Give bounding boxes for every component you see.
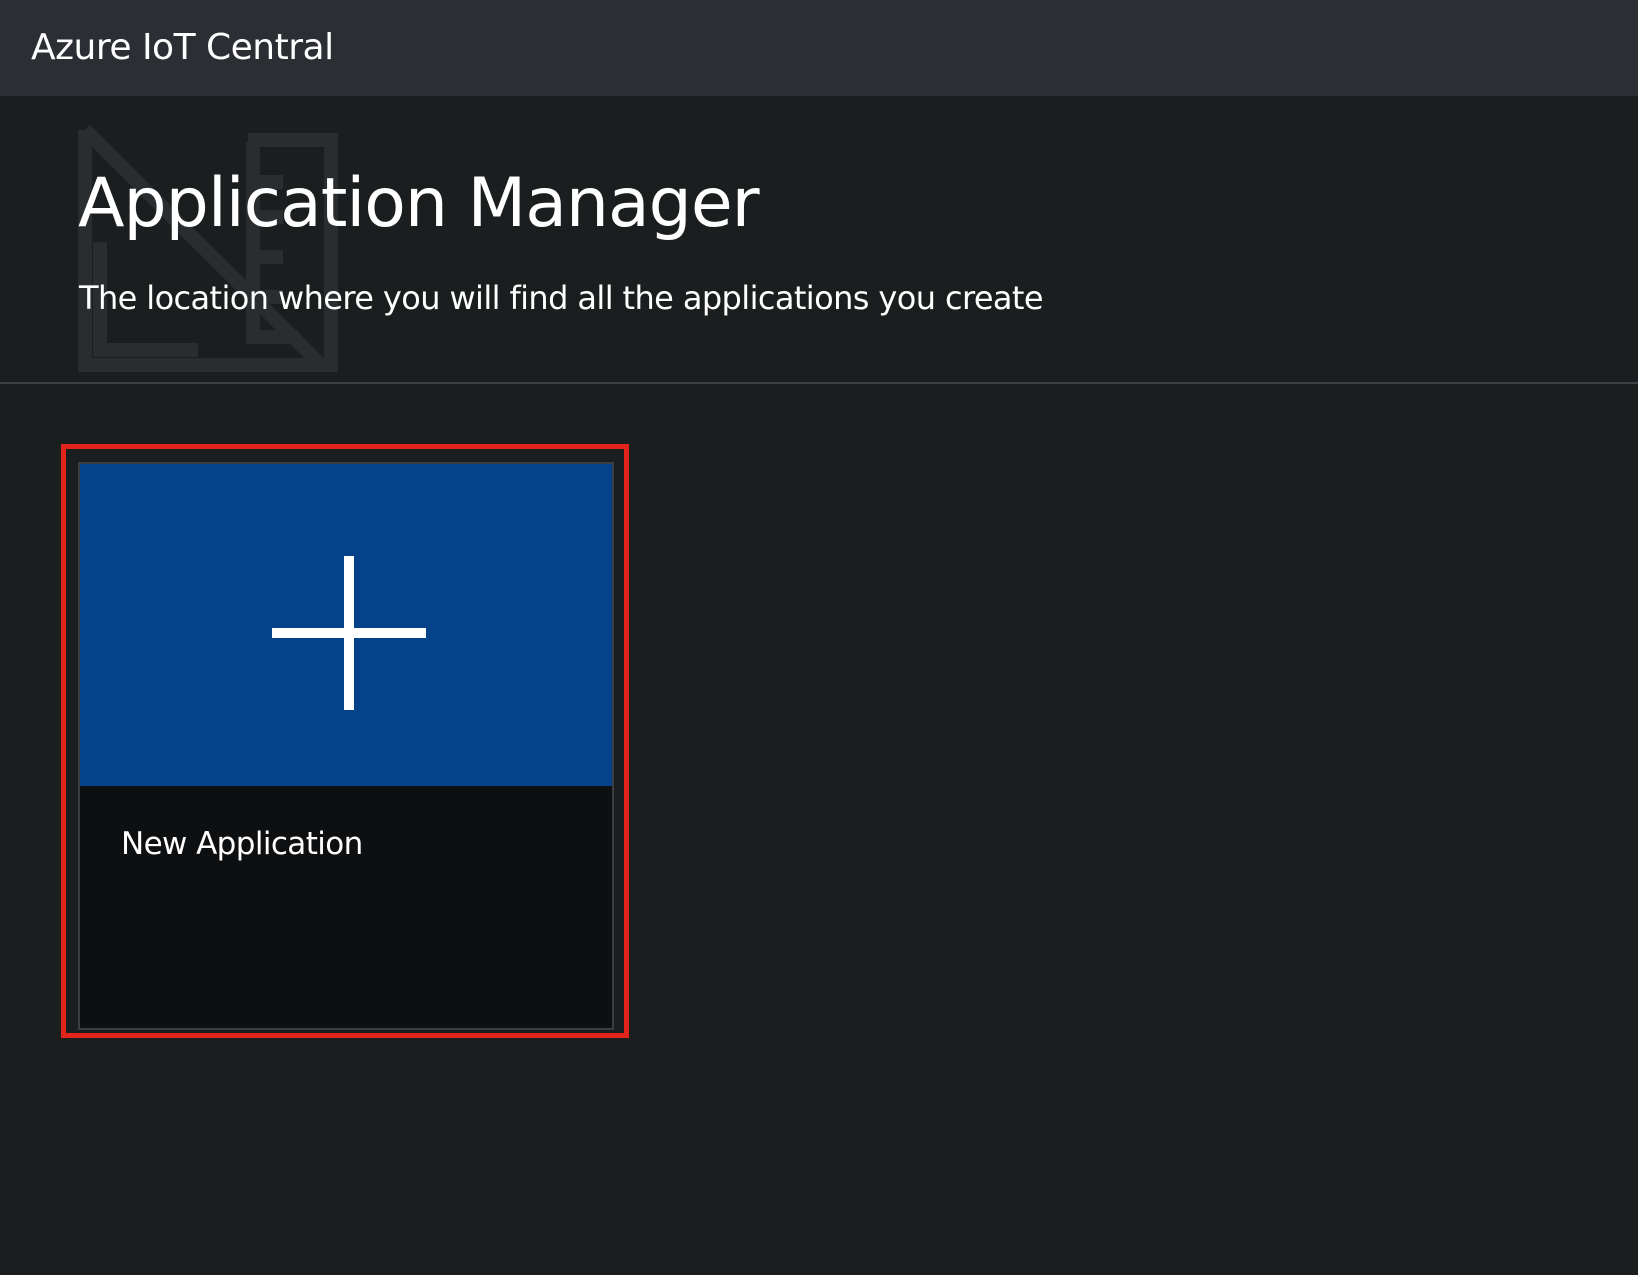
divider	[0, 382, 1638, 384]
page-subtitle: The location where you will find all the…	[79, 279, 1044, 317]
top-bar: Azure IoT Central	[0, 0, 1638, 96]
tile-banner[interactable]	[80, 464, 612, 786]
page-title: Application Manager	[78, 164, 760, 243]
page-header: Application Manager The location where y…	[0, 96, 1638, 384]
app-title[interactable]: Azure IoT Central	[31, 26, 334, 70]
application-manager-icon	[78, 125, 338, 372]
plus-icon	[272, 556, 426, 710]
tile-label: New Application	[121, 826, 363, 862]
new-application-tile[interactable]: New Application	[78, 462, 614, 1030]
